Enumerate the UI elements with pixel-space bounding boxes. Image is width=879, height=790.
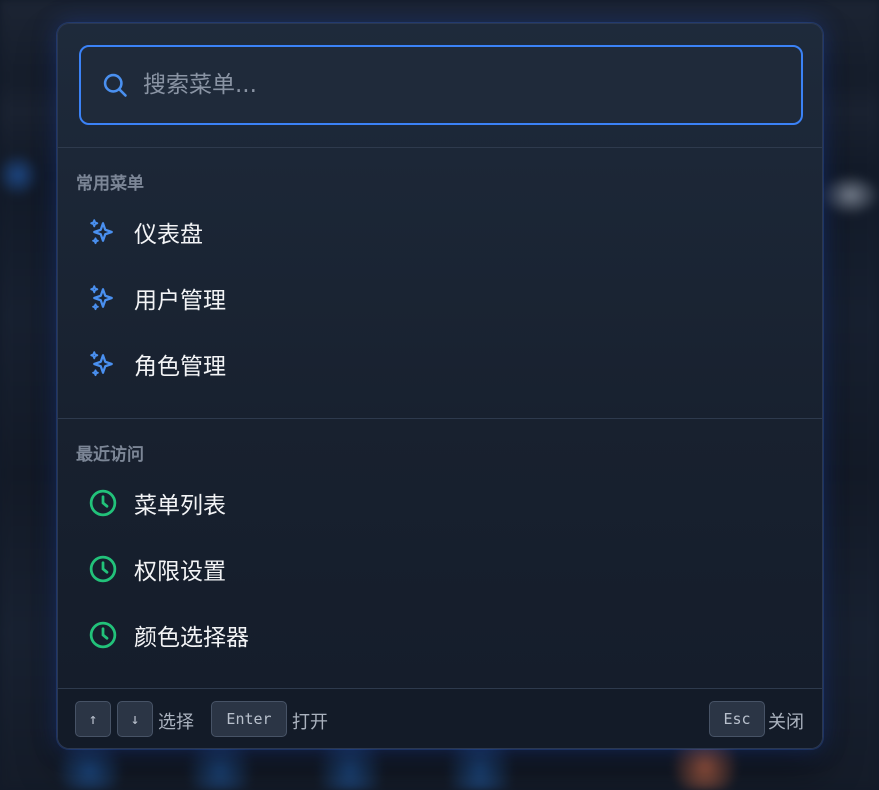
up-arrow-key: ↑ <box>75 701 111 737</box>
command-palette: 常用菜单 仪表盘 用户管理 角色管 <box>57 23 823 749</box>
search-box[interactable] <box>79 45 803 125</box>
clock-icon <box>88 620 118 650</box>
menu-item-user-management[interactable]: 用户管理 <box>76 270 806 326</box>
shortcut-footer: ↑ ↓ 选择 Enter 打开 Esc 关闭 <box>58 688 822 748</box>
section-title-favorites: 常用菜单 <box>76 174 144 194</box>
menu-item-color-picker[interactable]: 颜色选择器 <box>76 607 806 663</box>
sparkles-icon <box>88 349 118 379</box>
open-hint: 打开 <box>292 712 328 733</box>
search-input[interactable] <box>143 72 801 98</box>
close-hint: 关闭 <box>768 712 804 733</box>
select-hint: 选择 <box>158 712 194 733</box>
clock-icon <box>88 554 118 584</box>
menu-item-label: 权限设置 <box>134 559 226 585</box>
menu-item-dashboard[interactable]: 仪表盘 <box>76 204 806 260</box>
section-title-recent: 最近访问 <box>76 445 144 465</box>
menu-item-label: 颜色选择器 <box>134 625 249 651</box>
menu-item-label: 角色管理 <box>134 354 226 380</box>
divider <box>58 147 822 148</box>
enter-key: Enter <box>211 701 287 737</box>
search-icon <box>101 71 129 99</box>
menu-item-label: 用户管理 <box>134 288 226 314</box>
menu-item-role-management[interactable]: 角色管理 <box>76 336 806 392</box>
clock-icon <box>88 488 118 518</box>
sparkles-icon <box>88 217 118 247</box>
menu-item-label: 菜单列表 <box>134 493 226 519</box>
menu-item-permission-settings[interactable]: 权限设置 <box>76 541 806 597</box>
divider <box>58 688 822 689</box>
down-arrow-key: ↓ <box>117 701 153 737</box>
divider <box>58 418 822 419</box>
esc-key: Esc <box>709 701 765 737</box>
menu-item-menu-list[interactable]: 菜单列表 <box>76 475 806 531</box>
menu-item-label: 仪表盘 <box>134 222 203 248</box>
sparkles-icon <box>88 283 118 313</box>
